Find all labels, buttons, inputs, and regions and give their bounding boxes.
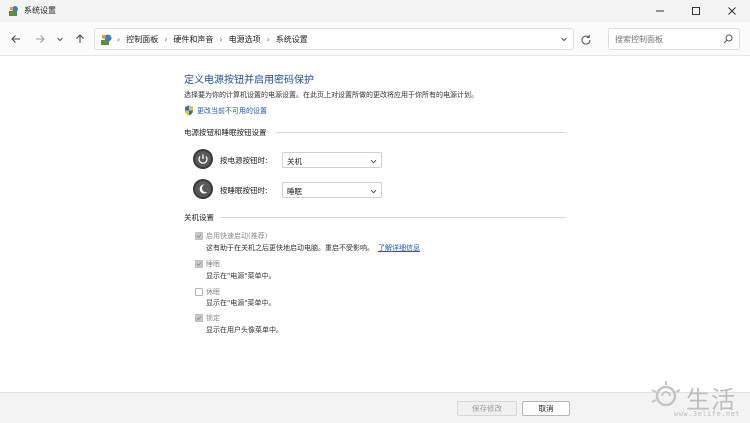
lock-description: 显示在用户头像菜单中。 xyxy=(206,326,283,334)
section-divider xyxy=(220,217,566,218)
section-divider xyxy=(276,132,566,133)
fast-startup-description: 这有助于在关机之后更快地启动电脑。重启不受影响。 了解详细信息 xyxy=(206,243,420,253)
sleep-button-value: 睡眠 xyxy=(287,187,302,196)
page-description: 选择要为你的计算机设置的电源设置。在此页上对设置所做的更改将应用于你所有的电源计… xyxy=(184,91,478,99)
power-button-value: 关机 xyxy=(287,157,302,166)
breadcrumb-separator[interactable]: › xyxy=(219,35,222,44)
cancel-button[interactable]: 取消 xyxy=(522,401,570,416)
footer-bar: 保存修改 取消 xyxy=(0,392,750,423)
breadcrumb-separator: › xyxy=(117,35,121,44)
arrow-right-icon xyxy=(36,35,45,43)
breadcrumb-system-settings[interactable]: 系统设置 xyxy=(276,34,308,45)
power-button-icon xyxy=(193,149,213,169)
search-input[interactable] xyxy=(615,32,721,46)
checkmark-icon xyxy=(196,316,202,321)
fast-startup-desc-text: 这有助于在关机之后更快地启动电脑。重启不受影响。 xyxy=(206,244,374,252)
change-settings-link[interactable]: 更改当前不可用的设置 xyxy=(184,105,267,116)
sleep-checkbox[interactable] xyxy=(195,260,203,268)
address-bar: › 控制面板 › 硬件和声音 › 电源选项 › 系统设置 xyxy=(0,22,750,56)
uac-shield-icon xyxy=(185,105,193,116)
watermark-logo-icon xyxy=(651,381,681,407)
shutdown-section-heading: 关机设置 xyxy=(184,213,214,222)
recent-locations-button[interactable] xyxy=(52,31,68,47)
fast-startup-checkbox[interactable] xyxy=(195,232,203,240)
sleep-button-select[interactable]: 睡眠 xyxy=(282,182,382,198)
control-panel-icon xyxy=(101,34,112,45)
forward-button[interactable] xyxy=(32,31,48,47)
watermark-url: www.3elife.net xyxy=(674,410,741,418)
search-box[interactable] xyxy=(608,28,740,50)
power-button-select[interactable]: 关机 xyxy=(282,152,382,168)
maximize-icon xyxy=(692,7,700,15)
chevron-down-icon xyxy=(57,37,63,42)
power-button-label: 按电源按钮时: xyxy=(220,156,268,165)
close-icon xyxy=(728,7,736,15)
lock-label: 锁定 xyxy=(206,314,220,322)
learn-more-link[interactable]: 了解详细信息 xyxy=(378,244,420,252)
fast-startup-label: 启用快速启动(推荐) xyxy=(206,232,268,240)
watermark: 生活 www.3elife.net xyxy=(648,378,746,422)
maximize-button[interactable] xyxy=(678,0,714,22)
search-icon[interactable] xyxy=(723,34,733,44)
sleep-button-icon xyxy=(193,179,213,199)
power-section-heading: 电源按钮和睡眠按钮设置 xyxy=(184,128,267,137)
chevron-down-icon xyxy=(370,159,377,164)
path-dropdown-icon[interactable] xyxy=(559,34,569,44)
breadcrumb-separator[interactable]: › xyxy=(164,35,167,44)
sleep-button-label: 按睡眠按钮时: xyxy=(220,186,268,195)
back-button[interactable] xyxy=(8,31,24,47)
close-button[interactable] xyxy=(714,0,750,22)
breadcrumb-power-options[interactable]: 电源选项 xyxy=(229,34,261,45)
breadcrumb-separator[interactable]: › xyxy=(267,35,270,44)
minimize-icon xyxy=(656,10,664,12)
refresh-icon[interactable] xyxy=(580,34,592,46)
hibernate-description: 显示在"电源"菜单中。 xyxy=(206,299,276,307)
chevron-down-icon xyxy=(370,189,377,194)
arrow-up-icon xyxy=(76,34,84,43)
breadcrumb-control-panel[interactable]: 控制面板 xyxy=(126,34,158,45)
change-settings-link-text[interactable]: 更改当前不可用的设置 xyxy=(197,106,267,116)
control-panel-app-icon xyxy=(9,6,18,16)
up-button[interactable] xyxy=(72,31,88,47)
lock-checkbox[interactable] xyxy=(195,314,203,322)
save-button[interactable]: 保存修改 xyxy=(457,401,517,416)
title-bar: 系统设置 xyxy=(0,0,750,22)
arrow-left-icon xyxy=(11,35,20,43)
checkmark-icon xyxy=(196,262,202,267)
hibernate-label: 休眠 xyxy=(206,288,220,296)
window-title: 系统设置 xyxy=(24,6,56,15)
sleep-description: 显示在"电源"菜单中。 xyxy=(206,272,276,280)
sleep-label: 睡眠 xyxy=(206,260,220,268)
minimize-button[interactable] xyxy=(642,0,678,22)
checkmark-icon xyxy=(196,234,202,239)
page-title: 定义电源按钮并启用密码保护 xyxy=(184,75,314,86)
path-box[interactable]: › 控制面板 › 硬件和声音 › 电源选项 › 系统设置 xyxy=(94,28,574,50)
breadcrumb: › 控制面板 › 硬件和声音 › 电源选项 › 系统设置 xyxy=(117,34,308,45)
breadcrumb-hardware-sound[interactable]: 硬件和声音 xyxy=(173,34,213,45)
hibernate-checkbox[interactable] xyxy=(195,288,203,296)
